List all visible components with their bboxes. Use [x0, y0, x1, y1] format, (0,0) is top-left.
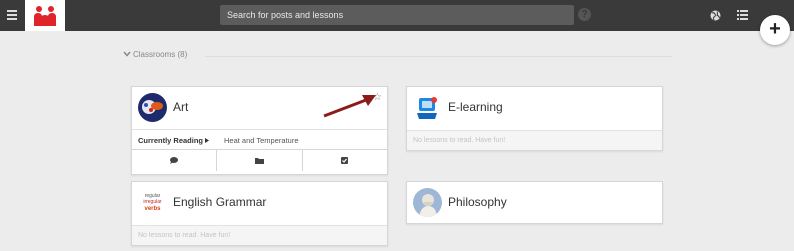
search-input[interactable]: Search for posts and lessons — [220, 5, 574, 25]
card-footer: No lessons to read. Have fun! — [132, 225, 387, 245]
section-title: Classrooms (8) — [133, 50, 188, 59]
section-divider — [205, 56, 672, 57]
list-view-icon[interactable] — [737, 10, 748, 20]
card-header[interactable]: regular irregular verbs English Grammar — [132, 182, 387, 224]
globe-icon[interactable] — [710, 10, 721, 21]
top-bar: Search for posts and lessons ? — [0, 0, 794, 31]
svg-text:verbs: verbs — [144, 206, 161, 212]
comments-button[interactable] — [132, 150, 218, 171]
card-title[interactable]: Art — [173, 100, 188, 114]
avatar — [138, 93, 167, 122]
hamburger-menu-icon[interactable] — [7, 10, 17, 21]
comment-icon — [170, 157, 179, 164]
card-header[interactable]: E-learning — [407, 87, 662, 129]
card-actions — [132, 149, 387, 171]
currently-reading-row[interactable]: Currently Reading Heat and Temperature — [132, 129, 387, 149]
logo-icon — [34, 6, 56, 26]
currently-reading-label: Currently Reading — [138, 136, 204, 145]
card-title[interactable]: E-learning — [448, 100, 503, 114]
annotation-arrow — [323, 95, 376, 118]
classroom-card-english-grammar[interactable]: regular irregular verbs English Grammar … — [131, 181, 388, 246]
files-button[interactable] — [217, 150, 303, 171]
help-icon[interactable]: ? — [578, 8, 591, 21]
caret-right-icon — [205, 138, 210, 143]
svg-text:irregular: irregular — [143, 199, 162, 205]
current-lesson[interactable]: Heat and Temperature — [224, 136, 299, 145]
checkbox-icon — [341, 157, 349, 164]
folder-icon — [254, 158, 264, 164]
logo[interactable] — [25, 0, 65, 31]
tasks-button[interactable] — [303, 150, 387, 171]
card-title[interactable]: Philosophy — [448, 195, 507, 209]
avatar — [413, 93, 442, 122]
classroom-card-e-learning[interactable]: E-learning No lessons to read. Have fun! — [406, 86, 663, 151]
card-footer: No lessons to read. Have fun! — [407, 130, 662, 150]
classrooms-section-toggle[interactable]: Classrooms (8) — [123, 50, 187, 59]
chevron-down-icon — [123, 51, 131, 57]
card-header[interactable]: Philosophy — [407, 182, 662, 224]
avatar — [413, 188, 442, 217]
add-button[interactable]: + — [760, 15, 790, 45]
avatar: regular irregular verbs — [138, 188, 167, 217]
card-title[interactable]: English Grammar — [173, 195, 266, 209]
classroom-card-philosophy[interactable]: Philosophy — [406, 181, 663, 224]
